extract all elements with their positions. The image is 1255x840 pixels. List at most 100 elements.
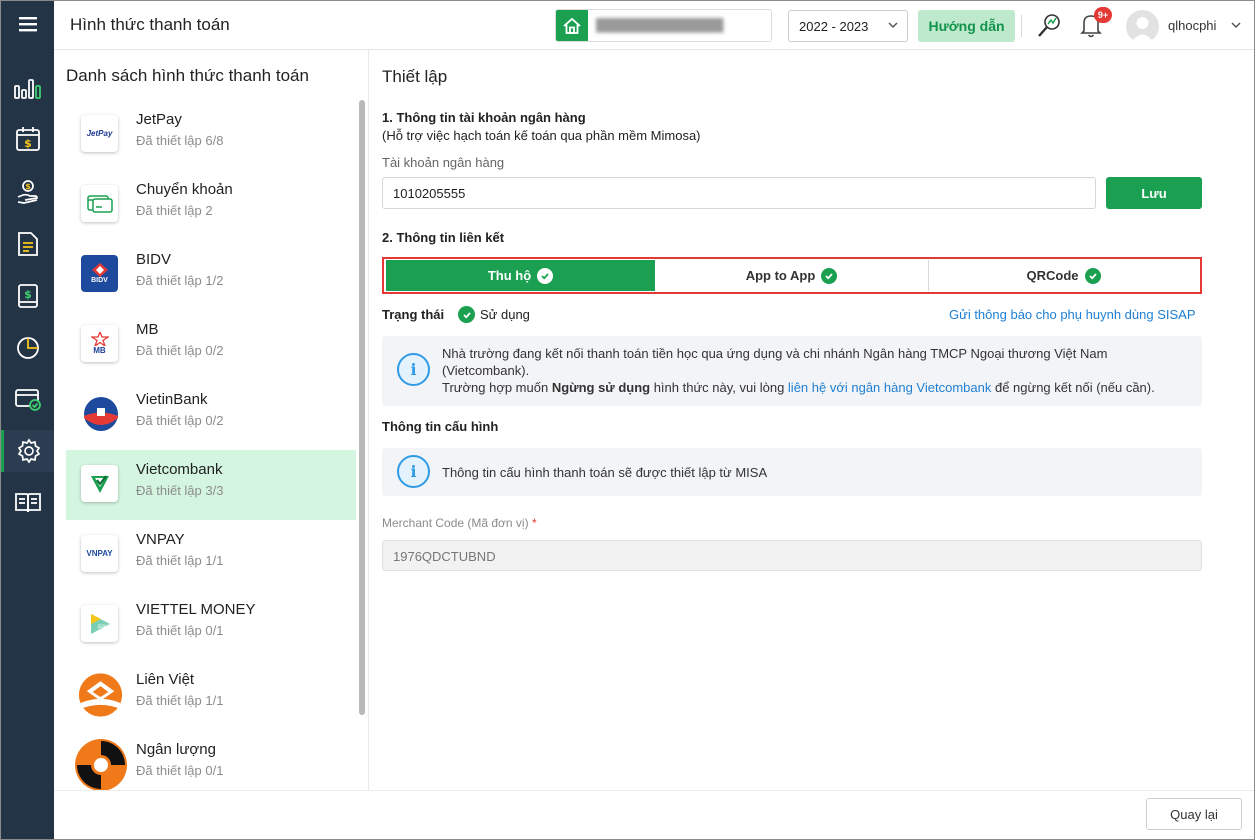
check-circle-icon: [821, 267, 838, 284]
list-item-chuyen-khoan[interactable]: Chuyển khoản Đã thiết lập 2: [66, 170, 356, 240]
bank-account-section-title: 1. Thông tin tài khoản ngân hàng: [382, 110, 586, 125]
bidv-logo: BIDV: [81, 255, 118, 292]
item-status: Đã thiết lập 0/2: [136, 343, 224, 358]
list-item-vietinbank[interactable]: VietinBank Đã thiết lập 0/2: [66, 380, 356, 450]
school-year-select[interactable]: 2022 - 2023: [788, 10, 908, 42]
item-name: Chuyển khoản: [136, 181, 233, 198]
contact-bank-link[interactable]: liên hệ với ngân hàng Vietcombank: [788, 380, 991, 395]
check-circle-icon: [458, 306, 475, 323]
guide-button[interactable]: Hướng dẫn: [918, 10, 1015, 42]
item-name: Vietcombank: [136, 461, 223, 478]
list-item-viettel-money[interactable]: pay VIETTEL MONEY Đã thiết lập 0/1: [66, 590, 356, 660]
settings-icon[interactable]: [1, 430, 54, 472]
payment-list-title: Danh sách hình thức thanh toán: [66, 66, 309, 85]
bank-transfer-icon: [81, 185, 118, 222]
payment-card-icon[interactable]: [1, 378, 54, 420]
svg-text:$: $: [24, 137, 32, 150]
payment-method-list: JetPay JetPay Đã thiết lập 6/8 Chuyển kh…: [66, 100, 358, 790]
item-name: MB: [136, 321, 159, 338]
save-button[interactable]: Lưu: [1106, 177, 1202, 209]
jetpay-logo-text: JetPay: [86, 129, 113, 138]
list-item-ngan-luong[interactable]: Ngân lượng Đã thiết lập 0/1: [66, 730, 356, 790]
list-item-vnpay[interactable]: VNPAY VNPAY Đã thiết lập 1/1: [66, 520, 356, 590]
lien-viet-logo: [73, 671, 128, 719]
nav-rail: $ $ $: [1, 1, 54, 839]
vietcombank-logo: [81, 465, 118, 502]
config-section-title: Thông tin cấu hình: [382, 419, 499, 434]
school-selector[interactable]: ███████████████: [555, 9, 772, 42]
item-name: Ngân lượng: [136, 741, 216, 758]
svg-text:$: $: [24, 288, 32, 301]
username[interactable]: qlhocphi: [1168, 18, 1216, 33]
info-line-1: Nhà trường đang kết nối thanh toán tiền …: [442, 346, 1108, 361]
pie-chart-icon[interactable]: [1, 327, 54, 369]
item-status: Đã thiết lập 0/1: [136, 763, 224, 778]
info-icon: i: [397, 455, 430, 488]
menu-icon[interactable]: [1, 1, 54, 47]
check-circle-icon: [1084, 267, 1101, 284]
list-item-lien-viet[interactable]: Liên Việt Đã thiết lập 1/1: [66, 660, 356, 730]
home-icon: [556, 10, 588, 41]
config-info-text: Thông tin cấu hình thanh toán sẽ được th…: [442, 465, 768, 480]
item-status: Đã thiết lập 1/1: [136, 693, 224, 708]
vnpay-logo: VNPAY: [81, 535, 118, 572]
item-name: VNPAY: [136, 531, 185, 548]
info-icon: i: [397, 353, 430, 386]
document-icon[interactable]: [1, 223, 54, 265]
info-line-2: (Vietcombank).: [442, 363, 530, 378]
info-text-part: để ngừng kết nối (nếu cần).: [991, 380, 1155, 395]
jetpay-logo: JetPay: [81, 115, 118, 152]
tab-label: QRCode: [1026, 268, 1079, 283]
connection-info-box: i Nhà trường đang kết nối thanh toán tiề…: [382, 336, 1202, 406]
merchant-label-text: Merchant Code (Mã đơn vị): [382, 516, 529, 530]
item-name: JetPay: [136, 111, 182, 128]
list-item-bidv[interactable]: BIDV BIDV Đã thiết lập 1/2: [66, 240, 356, 310]
tab-label: Thu hộ: [487, 268, 532, 283]
item-status: Đã thiết lập 2: [136, 203, 213, 218]
bank-account-label: Tài khoản ngân hàng: [382, 155, 505, 170]
notify-parents-link[interactable]: Gửi thông báo cho phụ huynh dùng SISAP: [949, 307, 1196, 322]
calendar-fee-icon[interactable]: $: [1, 118, 54, 160]
school-year-value: 2022 - 2023: [799, 19, 869, 34]
info-line-3: Trường hợp muốn Ngừng sử dụng hình thức …: [442, 379, 1155, 396]
tab-app-to-app[interactable]: App to App: [655, 260, 928, 291]
info-text-part: Trường hợp muốn: [442, 380, 552, 395]
school-name-blurred: ███████████████: [596, 18, 724, 32]
viettel-money-logo: pay: [81, 605, 118, 642]
link-info-section-title: 2. Thông tin liên kết: [382, 230, 505, 245]
back-button[interactable]: Quay lại: [1146, 798, 1242, 830]
bidv-logo-text: BIDV: [91, 277, 108, 284]
viettel-logo-text: pay: [98, 623, 109, 630]
book-icon[interactable]: [1, 481, 54, 523]
dashboard-icon[interactable]: [1, 67, 54, 109]
vnpay-logo-text: VNPAY: [86, 549, 113, 558]
notification-badge: 9+: [1094, 7, 1112, 23]
chevron-down-icon[interactable]: [1230, 19, 1242, 34]
list-item-mb[interactable]: MB MB Đã thiết lập 0/2: [66, 310, 356, 380]
item-name: BIDV: [136, 251, 172, 268]
item-status: Đã thiết lập 1/2: [136, 273, 224, 288]
vietinbank-logo: [83, 396, 119, 432]
avatar[interactable]: [1126, 10, 1159, 43]
chevron-down-icon: [887, 19, 899, 34]
list-item-vietcombank[interactable]: Vietcombank Đã thiết lập 3/3: [66, 450, 356, 520]
column-divider: [368, 50, 369, 790]
merchant-code-label: Merchant Code (Mã đơn vị) *: [382, 516, 537, 530]
list-scrollbar[interactable]: [359, 100, 365, 715]
tab-qrcode[interactable]: QRCode: [929, 260, 1198, 291]
header-divider: [1021, 15, 1022, 37]
connection-info-text: Nhà trường đang kết nối thanh toán tiền …: [442, 345, 1155, 396]
mb-logo: MB: [81, 325, 118, 362]
money-hand-icon[interactable]: $: [1, 171, 54, 213]
tab-thu-ho[interactable]: Thu hộ: [386, 260, 655, 291]
bank-account-section-subtitle: (Hỗ trợ việc hạch toán kế toán qua phần …: [382, 128, 701, 143]
tab-label: App to App: [745, 268, 816, 283]
ledger-icon[interactable]: $: [1, 275, 54, 317]
item-name: VIETTEL MONEY: [136, 601, 256, 618]
list-item-jetpay[interactable]: JetPay JetPay Đã thiết lập 6/8: [66, 100, 356, 170]
bank-account-input[interactable]: [382, 177, 1096, 209]
ngan-luong-logo: [73, 737, 129, 790]
svg-text:$: $: [25, 182, 31, 191]
item-status: Đã thiết lập 6/8: [136, 133, 224, 148]
search-icon[interactable]: [1034, 11, 1064, 44]
